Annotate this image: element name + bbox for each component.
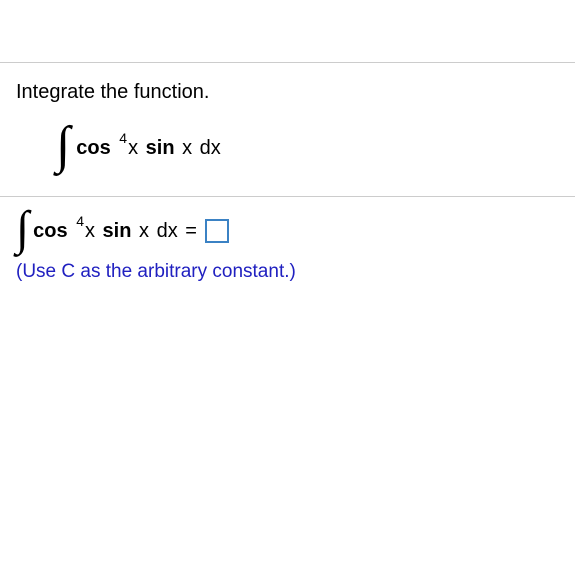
cos-fn: cos [33, 220, 67, 243]
var-x2: x [139, 220, 149, 243]
instruction-text: Integrate the function. [16, 81, 559, 104]
top-spacer [0, 0, 575, 62]
var-x2: x [182, 137, 192, 160]
problem-section: Integrate the function. ∫ cos 4 x sin x … [0, 63, 575, 196]
exponent: 4 [119, 130, 127, 146]
answer-section: ∫ cos 4 x sin x dx = (Use C as the arbit… [0, 197, 575, 293]
integrand: cos 4 x sin x dx [76, 137, 221, 160]
exponent: 4 [76, 213, 84, 229]
integral-expression: ∫ cos 4 x sin x dx [56, 122, 559, 174]
dx: dx [200, 137, 221, 160]
answer-input[interactable] [205, 219, 229, 243]
integrand-lhs: cos 4 x sin x dx = [33, 220, 197, 243]
answer-expression: ∫ cos 4 x sin x dx = [16, 207, 559, 255]
sin-fn: sin [103, 220, 132, 243]
var-x1: x [128, 137, 138, 160]
cos-fn: cos [76, 137, 110, 160]
problem-container: Integrate the function. ∫ cos 4 x sin x … [0, 0, 575, 293]
dx: dx [157, 220, 178, 243]
var-x1: x [85, 220, 95, 243]
integral-sign-icon: ∫ [16, 205, 29, 253]
integral-sign-icon: ∫ [56, 120, 70, 172]
hint-text: (Use C as the arbitrary constant.) [16, 261, 559, 283]
equals-sign: = [185, 220, 197, 243]
sin-fn: sin [146, 137, 175, 160]
